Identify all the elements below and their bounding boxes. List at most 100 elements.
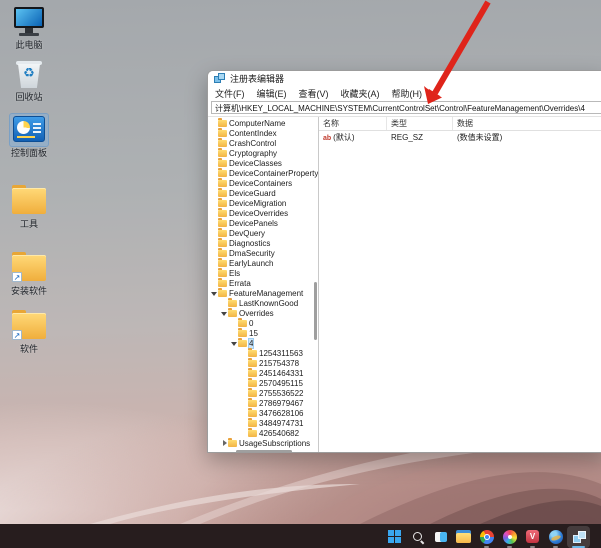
- folder-key-icon: [218, 230, 227, 237]
- tree-node-215754378[interactable]: 215754378: [208, 358, 318, 368]
- registry-tree-pane[interactable]: ComputerNameContentIndexCrashControlCryp…: [208, 117, 319, 453]
- folder-key-icon: [218, 270, 227, 277]
- tree-node-Errata[interactable]: Errata: [208, 278, 318, 288]
- desktop-icon-label: 此电脑: [0, 40, 58, 50]
- start-button[interactable]: [383, 526, 406, 548]
- tree-node-Cryptography[interactable]: Cryptography: [208, 148, 318, 158]
- menu-file[interactable]: 文件(F): [215, 87, 245, 100]
- registry-editor-taskbar-button[interactable]: [567, 526, 590, 548]
- folder-key-icon: [238, 330, 247, 337]
- tree-node-label: 0: [249, 319, 253, 328]
- tree-node-label: Cryptography: [229, 149, 277, 158]
- windows-logo-icon: [388, 530, 401, 543]
- tree-node-label: DeviceContainers: [229, 179, 292, 188]
- tree-node-DmaSecurity[interactable]: DmaSecurity: [208, 248, 318, 258]
- column-header-data[interactable]: 数据: [453, 117, 601, 130]
- tree-node-CrashControl[interactable]: CrashControl: [208, 138, 318, 148]
- folder-key-icon: [238, 340, 247, 347]
- tree-node-426540682[interactable]: 426540682: [208, 428, 318, 438]
- folder-key-icon: [218, 190, 227, 197]
- red-v-app-button[interactable]: V: [521, 526, 544, 548]
- value-type: REG_SZ: [387, 133, 453, 142]
- tree-node-label: Errata: [229, 279, 251, 288]
- values-header-row: 名称 类型 数据: [319, 117, 601, 131]
- tree-node-2570495115[interactable]: 2570495115: [208, 378, 318, 388]
- tree-node-2786979467[interactable]: 2786979467: [208, 398, 318, 408]
- folder-key-icon: [218, 180, 227, 187]
- value-row[interactable]: ab(默认)REG_SZ(数值未设置): [319, 131, 601, 143]
- globe-app-button[interactable]: [544, 526, 567, 548]
- tree-node-label: DevicePanels: [229, 219, 278, 228]
- tree-node-label: ContentIndex: [229, 129, 277, 138]
- chrome-button[interactable]: [475, 526, 498, 548]
- menu-favorites[interactable]: 收藏夹(A): [341, 87, 380, 100]
- tree-node-EarlyLaunch[interactable]: EarlyLaunch: [208, 258, 318, 268]
- tree-node-label: ComputerName: [229, 119, 285, 128]
- registry-editor-icon: [572, 530, 586, 544]
- tree-node-1254311563[interactable]: 1254311563: [208, 348, 318, 358]
- tree-node-Els[interactable]: Els: [208, 268, 318, 278]
- tree-horizontal-scrollbar[interactable]: [236, 450, 292, 453]
- desktop-icon-recycle-bin[interactable]: ♻ 回收站: [0, 58, 58, 102]
- desktop-icon-label: 安装软件: [0, 286, 58, 296]
- tree-node-3484974731[interactable]: 3484974731: [208, 418, 318, 428]
- tree-node-2755536522[interactable]: 2755536522: [208, 388, 318, 398]
- tree-node-Diagnostics[interactable]: Diagnostics: [208, 238, 318, 248]
- menu-help[interactable]: 帮助(H): [392, 87, 423, 100]
- folder-key-icon: [218, 210, 227, 217]
- tree-node-15[interactable]: 15: [208, 328, 318, 338]
- menu-edit[interactable]: 编辑(E): [257, 87, 287, 100]
- desktop: { "desktop": { "icons": [ { "name": "thi…: [0, 0, 601, 548]
- registry-editor-window: 注册表编辑器 文件(F) 编辑(E) 查看(V) 收藏夹(A) 帮助(H) 计算…: [207, 70, 601, 453]
- control-panel-icon: [10, 114, 48, 146]
- tree-node-DevQuery[interactable]: DevQuery: [208, 228, 318, 238]
- tree-node-DeviceMigration[interactable]: DeviceMigration: [208, 198, 318, 208]
- tree-node-label: DeviceGuard: [229, 189, 276, 198]
- tree-node-2451464331[interactable]: 2451464331: [208, 368, 318, 378]
- desktop-icon-this-pc[interactable]: 此电脑: [0, 6, 58, 50]
- desktop-icon-folder-3[interactable]: ↗ 软件: [0, 310, 58, 354]
- tree-node-label: FeatureManagement: [229, 289, 303, 298]
- search-icon: [411, 530, 425, 544]
- value-data: (数值未设置): [453, 132, 601, 143]
- tree-node-DevicePanels[interactable]: DevicePanels: [208, 218, 318, 228]
- search-button[interactable]: [406, 526, 429, 548]
- taskbar: V: [0, 524, 601, 548]
- title-bar[interactable]: 注册表编辑器: [208, 71, 601, 86]
- column-header-name[interactable]: 名称: [319, 117, 387, 130]
- folder-key-icon: [248, 380, 257, 387]
- registry-values-pane[interactable]: 名称 类型 数据 ab(默认)REG_SZ(数值未设置): [319, 117, 601, 453]
- tree-node-DeviceContainerPropertyUpda[interactable]: DeviceContainerPropertyUpda: [208, 168, 318, 178]
- file-explorer-button[interactable]: [452, 526, 475, 548]
- tree-node-Overrides[interactable]: Overrides: [208, 308, 318, 318]
- folder-key-icon: [248, 390, 257, 397]
- desktop-icon-control-panel[interactable]: 控制面板: [0, 114, 58, 158]
- tree-vertical-scrollbar[interactable]: [314, 282, 317, 340]
- tree-node-label: DmaSecurity: [229, 249, 275, 258]
- address-bar[interactable]: 计算机\HKEY_LOCAL_MACHINE\SYSTEM\CurrentCon…: [211, 101, 601, 114]
- tree-node-DeviceClasses[interactable]: DeviceClasses: [208, 158, 318, 168]
- folder-key-icon: [248, 400, 257, 407]
- folder-key-icon: [248, 350, 257, 357]
- tree-node-ContentIndex[interactable]: ContentIndex: [208, 128, 318, 138]
- tree-node-LastKnownGood[interactable]: LastKnownGood: [208, 298, 318, 308]
- tree-node-0[interactable]: 0: [208, 318, 318, 328]
- folder-key-icon: [218, 280, 227, 287]
- tree-node-DeviceContainers[interactable]: DeviceContainers: [208, 178, 318, 188]
- tree-node-UsageSubscriptions[interactable]: UsageSubscriptions: [208, 438, 318, 448]
- column-header-type[interactable]: 类型: [387, 117, 453, 130]
- tree-node-4[interactable]: 4: [208, 338, 318, 348]
- menu-view[interactable]: 查看(V): [299, 87, 329, 100]
- tree-node-label: 2570495115: [259, 379, 303, 388]
- browser-wheel-button[interactable]: [498, 526, 521, 548]
- tree-node-label: 15: [249, 329, 258, 338]
- window-title: 注册表编辑器: [230, 72, 284, 85]
- tree-node-DeviceOverrides[interactable]: DeviceOverrides: [208, 208, 318, 218]
- tree-node-ComputerName[interactable]: ComputerName: [208, 118, 318, 128]
- desktop-icon-folder-2[interactable]: ↗ 安装软件: [0, 252, 58, 296]
- tree-node-3476628106[interactable]: 3476628106: [208, 408, 318, 418]
- desktop-icon-folder-1[interactable]: 工具: [0, 185, 58, 229]
- task-view-button[interactable]: [429, 526, 452, 548]
- tree-node-DeviceGuard[interactable]: DeviceGuard: [208, 188, 318, 198]
- tree-node-FeatureManagement[interactable]: FeatureManagement: [208, 288, 318, 298]
